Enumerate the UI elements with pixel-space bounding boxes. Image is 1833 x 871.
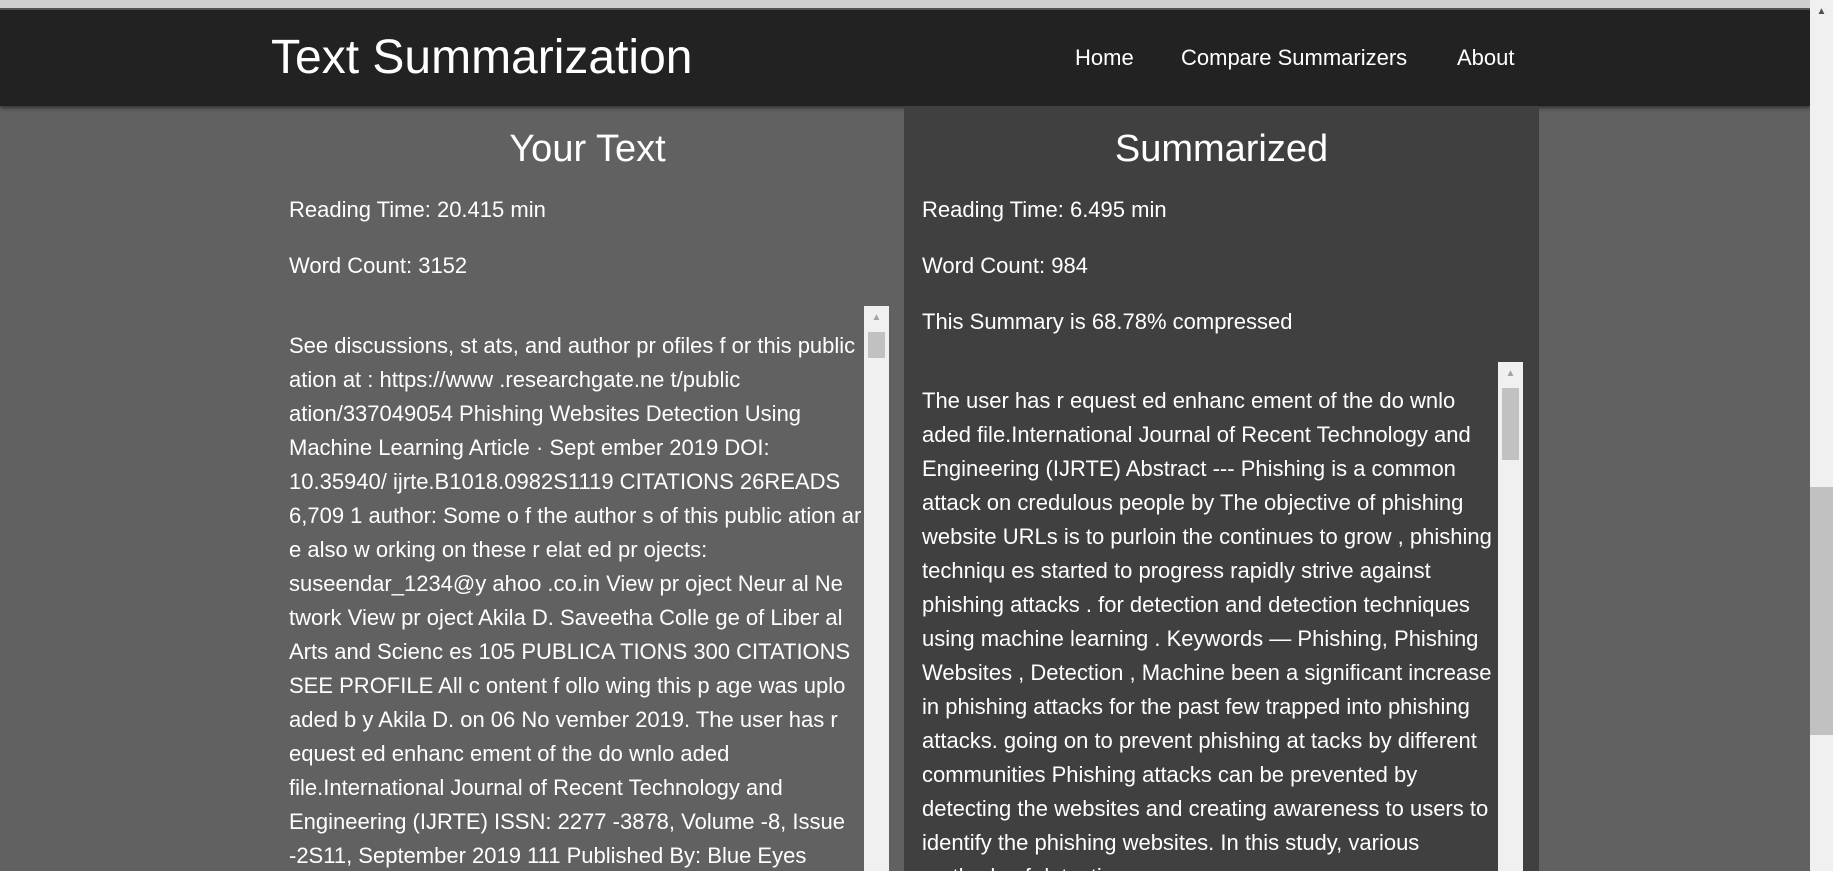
summary-compression: This Summary is 68.78% compressed	[922, 309, 1293, 334]
summary-text: The user has r equest ed enhanc ement of…	[922, 388, 1492, 871]
scroll-thumb[interactable]	[1502, 388, 1519, 460]
original-heading: Your Text	[509, 128, 666, 170]
nav-compare-summarizers[interactable]: Compare Summarizers	[1181, 45, 1407, 71]
scroll-up-arrow-icon[interactable]: ▲	[1810, 0, 1833, 22]
summary-text-area[interactable]: The user has r equest ed enhanc ement of…	[922, 384, 1498, 871]
original-text: See discussions, st ats, and author pr o…	[289, 333, 862, 868]
page-scroll-thumb[interactable]	[1810, 487, 1833, 735]
navbar: Text Summarization Home Compare Summariz…	[0, 10, 1810, 106]
original-text-panel: Your Text Reading Time: 20.415 min Word …	[271, 106, 904, 871]
nav-about[interactable]: About	[1457, 45, 1515, 71]
scroll-up-arrow-icon[interactable]: ▲	[1498, 362, 1523, 384]
summary-text-scrollbar[interactable]: ▲	[1498, 362, 1523, 871]
original-text-scrollbar[interactable]: ▲	[864, 306, 889, 871]
summary-word-count: Word Count: 984	[922, 253, 1088, 278]
page-scrollbar[interactable]: ▲	[1810, 0, 1833, 871]
brand-title[interactable]: Text Summarization	[271, 30, 692, 85]
summary-reading-time: Reading Time: 6.495 min	[922, 197, 1167, 222]
scroll-thumb[interactable]	[868, 332, 885, 358]
scroll-up-arrow-icon[interactable]: ▲	[864, 306, 889, 328]
original-reading-time: Reading Time: 20.415 min	[289, 197, 546, 222]
nav-home[interactable]: Home	[1075, 45, 1134, 71]
original-word-count: Word Count: 3152	[289, 253, 468, 278]
browser-top-edge	[0, 0, 1810, 10]
summary-panel: Summarized Reading Time: 6.495 min Word …	[904, 106, 1539, 871]
summary-heading: Summarized	[1114, 128, 1329, 170]
original-text-area[interactable]: See discussions, st ats, and author pr o…	[289, 329, 864, 871]
